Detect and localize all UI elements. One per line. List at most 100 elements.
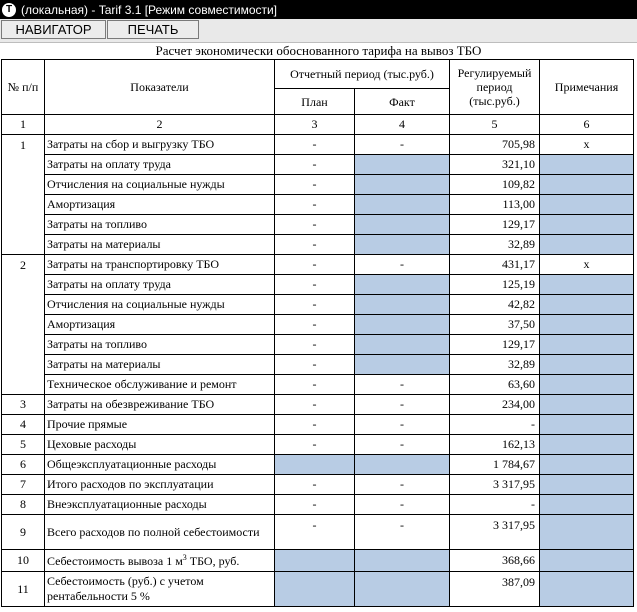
- row-plan-input[interactable]: [274, 571, 355, 607]
- row-plan-input[interactable]: [274, 549, 355, 572]
- row-note-input[interactable]: [539, 334, 634, 355]
- row-plan-input[interactable]: [274, 454, 355, 475]
- row-fact-input[interactable]: [354, 234, 450, 255]
- table-row: Отчисления на социальные нужды - 109,82: [2, 174, 634, 195]
- window-titlebar: T (локальная) - Tarif 3.1 [Режим совмест…: [0, 0, 637, 19]
- row-fact-input[interactable]: [354, 154, 450, 175]
- row-fact-input[interactable]: [354, 214, 450, 235]
- row-note-input[interactable]: [539, 394, 634, 415]
- row-plan[interactable]: -: [274, 354, 355, 375]
- row-fact-input[interactable]: [354, 334, 450, 355]
- table-row: Затраты на топливо - 129,17: [2, 214, 634, 235]
- row-name: Общеэксплуатационные расходы: [44, 454, 275, 475]
- row-plan[interactable]: -: [274, 514, 355, 550]
- row-note-input[interactable]: [539, 374, 634, 395]
- row-plan[interactable]: -: [274, 334, 355, 355]
- row-fact[interactable]: -: [354, 514, 450, 550]
- row-plan[interactable]: -: [274, 314, 355, 335]
- row-value: 3 317,95: [449, 474, 540, 495]
- row-note-input[interactable]: [539, 294, 634, 315]
- row-note-input[interactable]: [539, 549, 634, 572]
- row-value: 1 784,67: [449, 454, 540, 475]
- row-name: Техническое обслуживание и ремонт: [44, 374, 275, 395]
- navigator-button[interactable]: НАВИГАТОР: [1, 20, 106, 39]
- row-plan[interactable]: -: [274, 154, 355, 175]
- table-row: Отчисления на социальные нужды - 42,82: [2, 294, 634, 315]
- row-plan[interactable]: -: [274, 174, 355, 195]
- row-note-input[interactable]: [539, 434, 634, 455]
- row-fact[interactable]: -: [354, 374, 450, 395]
- row-name: Себестоимость (руб.) с учетом рентабельн…: [44, 571, 275, 607]
- row-plan[interactable]: -: [274, 374, 355, 395]
- row-fact-input[interactable]: [354, 194, 450, 215]
- row-fact[interactable]: -: [354, 414, 450, 435]
- row-value: 3 317,95: [449, 514, 540, 550]
- row-plan[interactable]: -: [274, 294, 355, 315]
- row-plan[interactable]: -: [274, 214, 355, 235]
- row-plan[interactable]: -: [274, 234, 355, 255]
- row-name-tail: ТБО, руб.: [186, 553, 240, 568]
- row-note-input[interactable]: [539, 174, 634, 195]
- row-fact-input[interactable]: [354, 549, 450, 572]
- row-note[interactable]: х: [539, 134, 634, 155]
- row-fact-input[interactable]: [354, 294, 450, 315]
- row-name: Отчисления на социальные нужды: [44, 174, 275, 195]
- row-name: Амортизация: [44, 194, 275, 215]
- table-row: 1 Затраты на сбор и выгрузку ТБО - - 705…: [1, 134, 634, 255]
- row-note-input[interactable]: [539, 414, 634, 435]
- row-note-input[interactable]: [539, 274, 634, 295]
- row-plan[interactable]: -: [274, 414, 355, 435]
- row-fact[interactable]: -: [354, 494, 450, 515]
- row-fact[interactable]: -: [354, 474, 450, 495]
- row-note-input[interactable]: [539, 194, 634, 215]
- row-plan[interactable]: -: [274, 394, 355, 415]
- row-fact-input[interactable]: [354, 571, 450, 607]
- row-note-input[interactable]: [539, 234, 634, 255]
- row-note[interactable]: х: [539, 254, 634, 275]
- row-fact-input[interactable]: [354, 274, 450, 295]
- row-note-input[interactable]: [539, 514, 634, 550]
- row-name: Затраты на обезвреживание ТБО: [44, 394, 275, 415]
- row-value: 113,00: [449, 194, 540, 215]
- row-num: 6: [1, 454, 45, 475]
- row-value: 42,82: [449, 294, 540, 315]
- table-row: Амортизация - 37,50: [2, 314, 634, 335]
- row-num: 2: [1, 254, 45, 395]
- row-name: Затраты на оплату труда: [44, 154, 275, 175]
- row-plan[interactable]: -: [274, 194, 355, 215]
- row-num: 1: [1, 134, 45, 255]
- row-plan[interactable]: -: [274, 434, 355, 455]
- row-name-main: Себестоимость вывоза 1 м: [47, 553, 183, 568]
- row-plan[interactable]: -: [274, 254, 355, 275]
- row-fact[interactable]: -: [354, 134, 450, 155]
- row-note-input[interactable]: [539, 474, 634, 495]
- row-note-input[interactable]: [539, 494, 634, 515]
- table-row: 2 Затраты на транспортировку ТБО - - 431…: [1, 254, 634, 395]
- row-fact-input[interactable]: [354, 454, 450, 475]
- row-num: 7: [1, 474, 45, 495]
- row-plan[interactable]: -: [274, 134, 355, 155]
- row-value: 387,09: [449, 571, 540, 607]
- row-fact-input[interactable]: [354, 174, 450, 195]
- row-note-input[interactable]: [539, 571, 634, 607]
- row-fact-input[interactable]: [354, 354, 450, 375]
- row-note-input[interactable]: [539, 454, 634, 475]
- row-value: 125,19: [449, 274, 540, 295]
- print-button[interactable]: ПЕЧАТЬ: [107, 20, 199, 39]
- row-note-input[interactable]: [539, 354, 634, 375]
- row-note-input[interactable]: [539, 154, 634, 175]
- row-value: 162,13: [449, 434, 540, 455]
- row-fact-input[interactable]: [354, 314, 450, 335]
- row-fact[interactable]: -: [354, 254, 450, 275]
- row-fact[interactable]: -: [354, 434, 450, 455]
- row-note-input[interactable]: [539, 214, 634, 235]
- row-plan[interactable]: -: [274, 494, 355, 515]
- row-plan[interactable]: -: [274, 474, 355, 495]
- row-num: 11: [1, 571, 45, 607]
- header-report-period: Отчетный период (тыс.руб.): [274, 59, 450, 89]
- row-note-input[interactable]: [539, 314, 634, 335]
- row-fact[interactable]: -: [354, 394, 450, 415]
- row-name: Амортизация: [44, 314, 275, 335]
- row-plan[interactable]: -: [274, 274, 355, 295]
- header-regulated: Регулируемый период (тыс.руб.): [449, 59, 540, 115]
